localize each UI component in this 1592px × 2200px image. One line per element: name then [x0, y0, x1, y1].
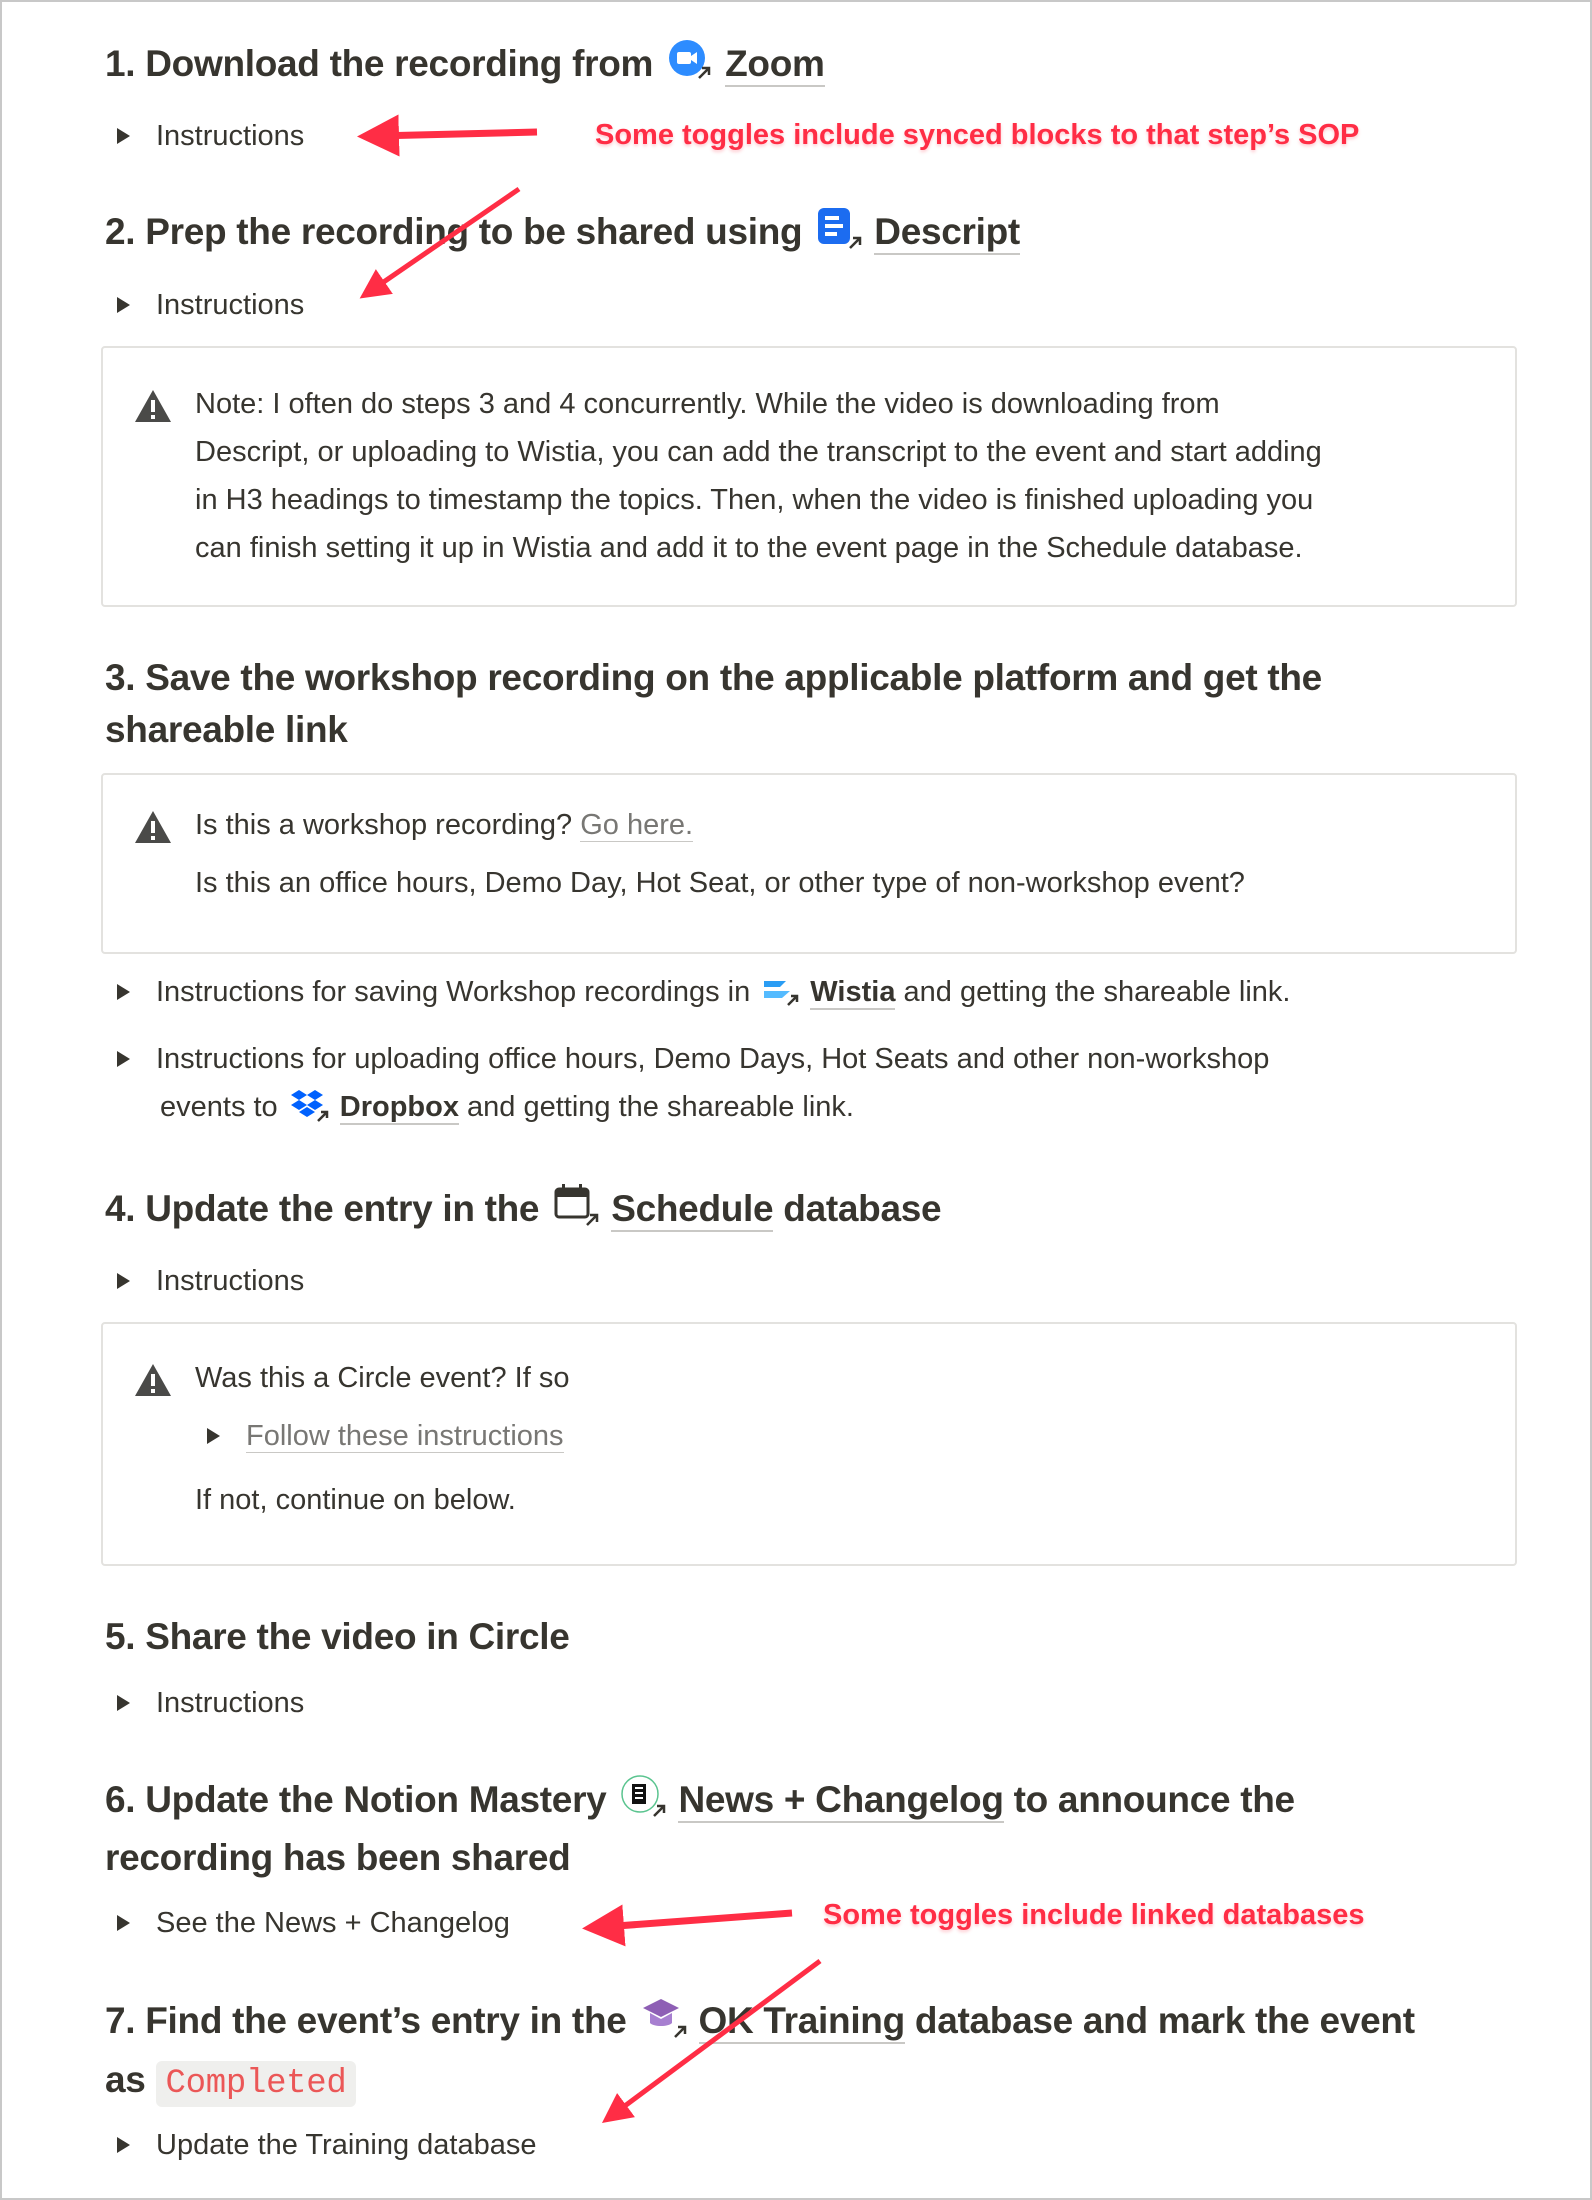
arrow-to-step1-toggle — [357, 114, 538, 157]
arrow-to-step6-toggle — [582, 1904, 793, 1947]
arrow-to-step2-toggle — [359, 186, 521, 299]
arrow-to-step7-toggle — [601, 1958, 822, 2123]
annotation-arrows — [357, 114, 822, 2123]
